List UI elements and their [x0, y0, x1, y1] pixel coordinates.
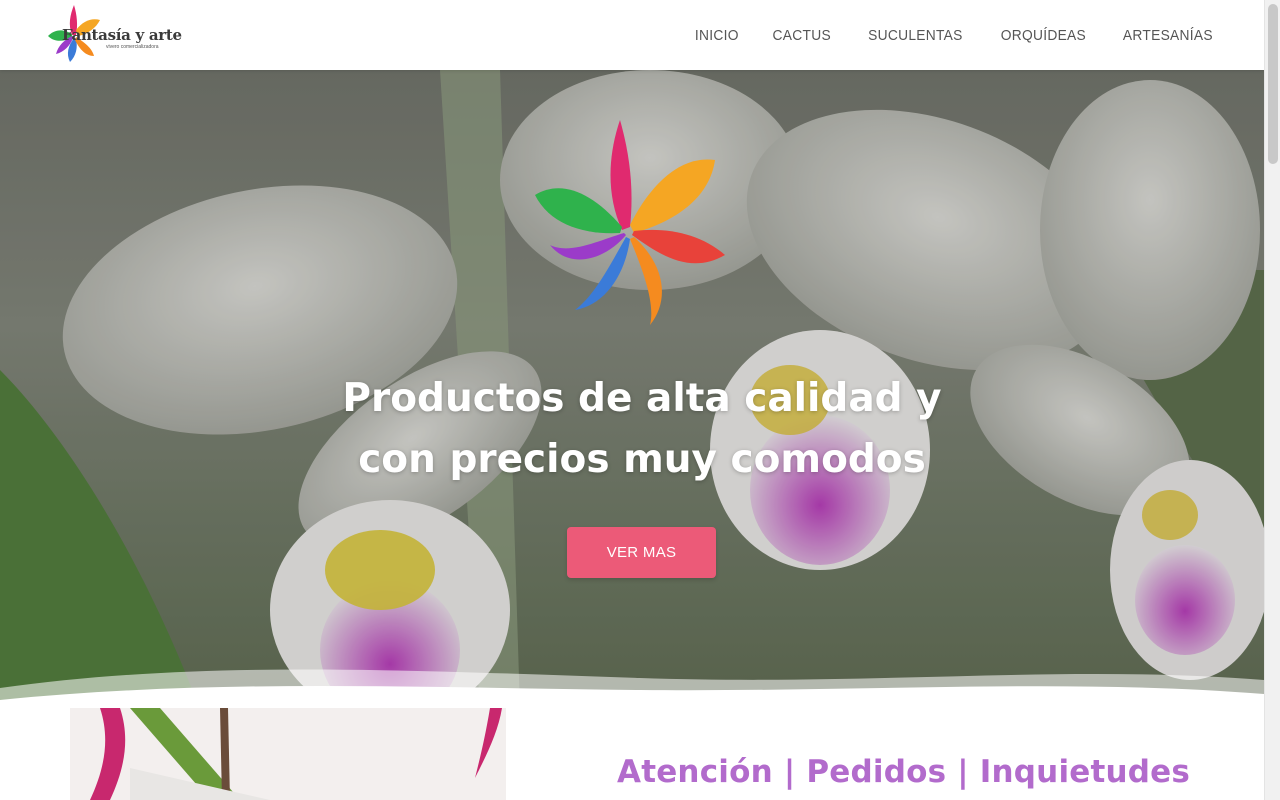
scrollbar-thumb[interactable] [1268, 4, 1278, 164]
nav-item-artesanias[interactable]: ARTESANÍAS [1123, 27, 1213, 44]
hero-banner: Productos de alta calidad y con precios … [0, 70, 1264, 710]
ver-mas-button[interactable]: VER MAS [567, 527, 716, 578]
nav-item-suculentas[interactable]: SUCULENTAS [868, 27, 963, 44]
site-header: Fantasía y arte vivero comercializadora … [0, 0, 1264, 70]
hero-title-line2: con precios muy comodos [358, 437, 926, 482]
contact-heading: Atención | Pedidos | Inquietudes [617, 754, 1191, 790]
page-scrollbar[interactable] [1264, 0, 1280, 800]
hero-title-line1: Productos de alta calidad y [342, 376, 942, 421]
section-orchid-image [70, 708, 506, 800]
main-nav: INICIO CACTUS SUCULENTAS ORQUÍDEAS ARTES… [693, 0, 1217, 70]
nav-item-inicio[interactable]: INICIO [695, 27, 739, 44]
brand-logo[interactable]: Fantasía y arte vivero comercializadora [44, 0, 184, 70]
hero-title: Productos de alta calidad y con precios … [282, 368, 1002, 490]
brand-name: Fantasía y arte [62, 26, 182, 44]
flower-logo-icon [535, 120, 725, 325]
nav-item-cactus[interactable]: CACTUS [773, 27, 831, 44]
nav-item-orquideas[interactable]: ORQUÍDEAS [1000, 27, 1085, 44]
brand-tagline: vivero comercializadora [106, 44, 159, 50]
